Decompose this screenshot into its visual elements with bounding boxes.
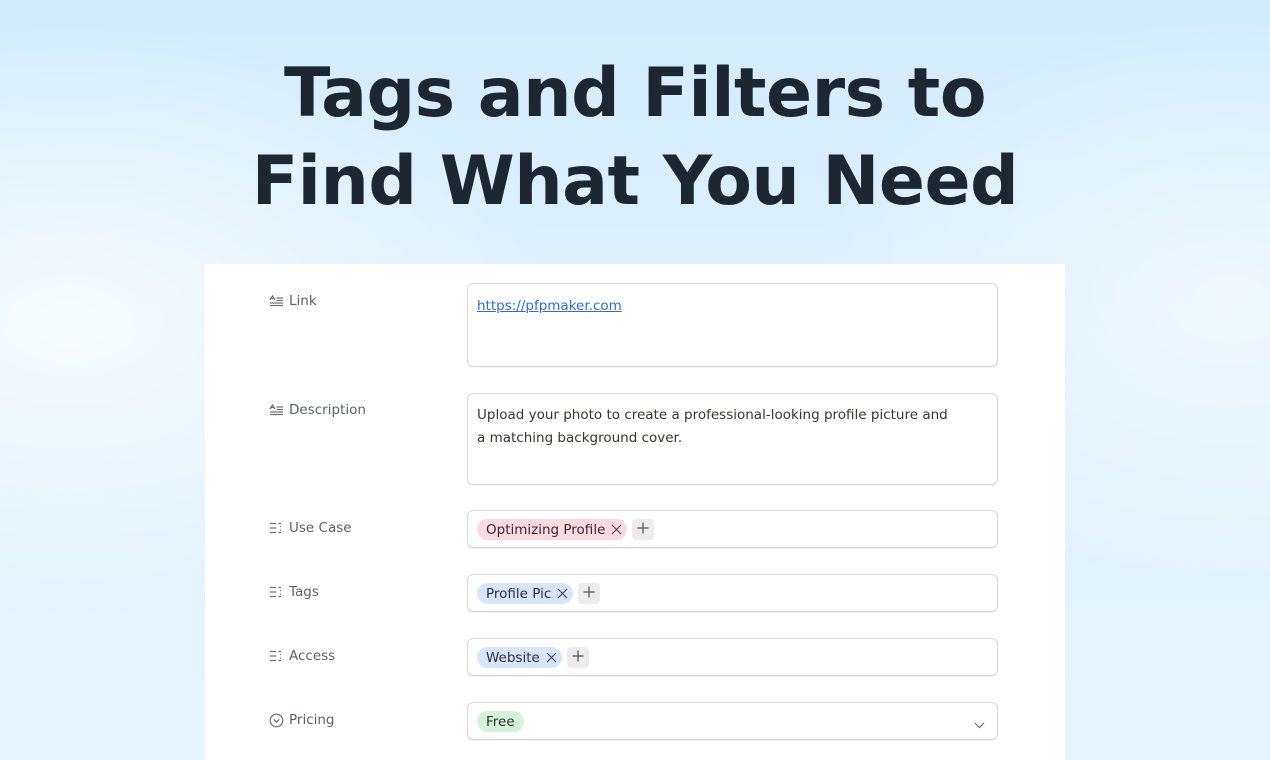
plus-icon [572,649,584,667]
add-tag-button[interactable] [632,519,655,540]
use-case-field-label: Use Case [269,520,352,536]
link-field[interactable]: https://pfpmaker.com [467,283,998,367]
add-tag-button[interactable] [566,647,589,668]
link-value[interactable]: https://pfpmaker.com [477,298,622,314]
description-value: Upload your photo to create a profession… [477,407,948,446]
plus-icon [583,585,595,603]
access-label-text: Access [289,648,336,664]
use-case-label-text: Use Case [289,520,352,536]
access-field-label: Access [269,648,335,664]
headline-line-1: Tags and Filters to [283,54,987,133]
pricing-select[interactable]: Free [467,702,998,740]
description-field-label: Description [269,402,366,418]
multi-select-icon [269,650,284,662]
tag-chip-optimizing-profile: Optimizing Profile [477,519,628,540]
access-field[interactable]: Website [467,638,998,676]
close-icon[interactable] [611,524,622,535]
add-tag-button[interactable] [578,583,601,604]
tag-chip-label: Profile Pic [486,585,552,602]
link-label-text: Link [289,293,317,309]
tags-label-text: Tags [289,584,319,600]
headline: Tags and Filters to Find What You Need [0,50,1270,226]
text-lines-icon [269,295,284,307]
close-icon[interactable] [557,588,568,599]
tag-chip-website: Website [477,647,562,668]
use-case-field[interactable]: Optimizing Profile [467,510,998,548]
pricing-field-label: Pricing [269,712,335,728]
multi-select-icon [269,522,284,534]
description-field[interactable]: Upload your photo to create a profession… [467,393,998,485]
multi-select-icon [269,586,284,598]
close-icon[interactable] [546,652,557,663]
text-lines-icon [269,404,284,416]
chevron-down-icon[interactable] [974,716,985,734]
record-form-card: Link https://pfpmaker.com Description Up… [205,264,1065,760]
tags-field[interactable]: Profile Pic [467,574,998,612]
description-label-text: Description [289,402,366,418]
link-field-label: Link [269,293,317,309]
tags-field-label: Tags [269,584,319,600]
pricing-label-text: Pricing [289,712,335,728]
tag-chip-label: Optimizing Profile [486,521,606,538]
tag-chip-profile-pic: Profile Pic [477,583,574,604]
pricing-value-chip: Free [477,711,524,732]
pricing-value: Free [486,713,515,730]
tag-chip-label: Website [486,649,540,666]
plus-icon [637,521,649,539]
chevron-circle-icon [269,713,284,728]
headline-line-2: Find What You Need [251,142,1019,221]
